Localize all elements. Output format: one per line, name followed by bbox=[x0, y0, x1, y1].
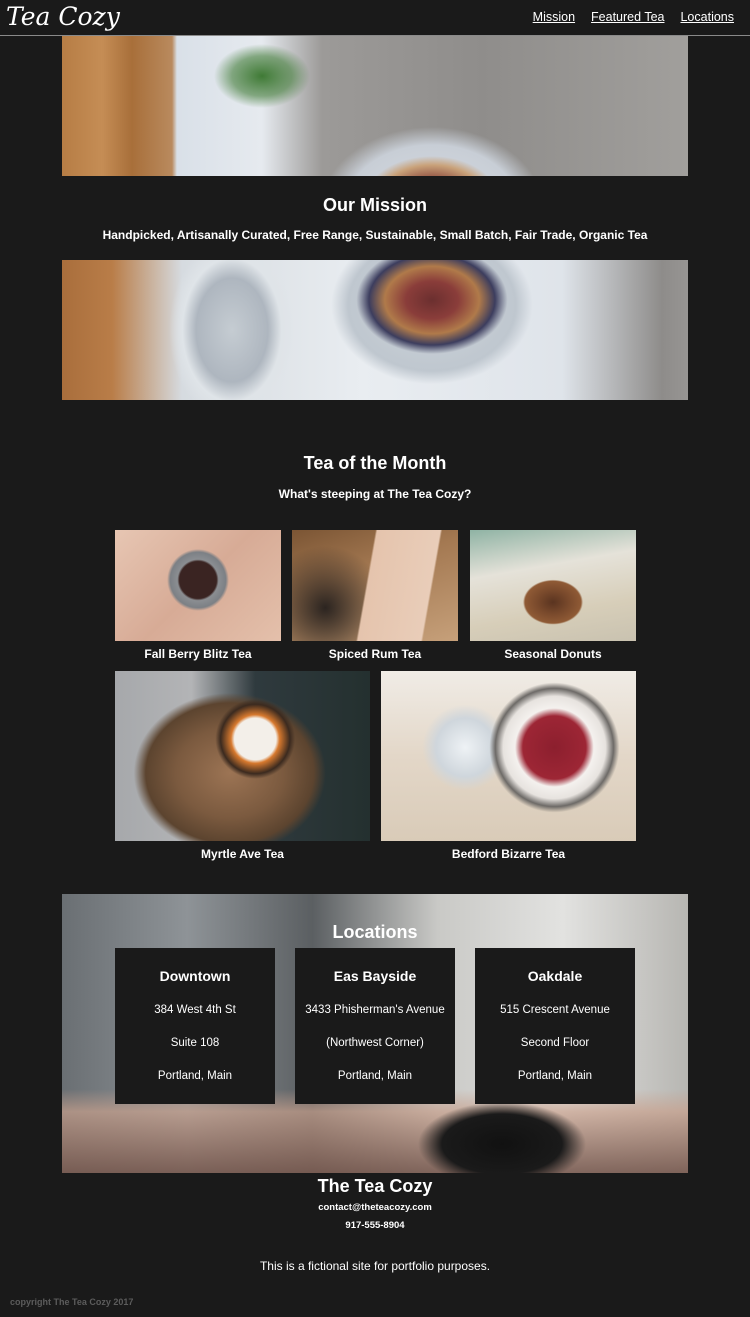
locations-section: Locations Downtown 384 West 4th St Suite… bbox=[62, 894, 688, 1173]
featured-title: Tea of the Month bbox=[303, 453, 447, 473]
location-name: Downtown bbox=[159, 968, 231, 984]
site-logo[interactable]: Tea Cozy bbox=[6, 2, 120, 31]
tea-image-spiced-rum[interactable] bbox=[292, 530, 458, 641]
tea-image-seasonal-donuts[interactable] bbox=[470, 530, 636, 641]
tea-caption-bedford-bizarre: Bedford Bizarre Tea bbox=[451, 847, 566, 861]
nav-link-locations[interactable]: Locations bbox=[680, 10, 734, 24]
mission-tagline: Handpicked, Artisanally Curated, Free Ra… bbox=[102, 228, 648, 242]
location-address-line: Portland, Main bbox=[517, 1070, 593, 1082]
footer-phone[interactable]: 917-555-8904 bbox=[0, 1220, 750, 1231]
location-address-line: Portland, Main bbox=[337, 1070, 413, 1082]
location-address-line: (Northwest Corner) bbox=[326, 1037, 424, 1049]
tea-caption-spiced-rum: Spiced Rum Tea bbox=[328, 647, 422, 661]
location-name: Eas Bayside bbox=[333, 968, 417, 984]
footer-title: The Tea Cozy bbox=[317, 1176, 433, 1196]
mission-hero-image-top bbox=[62, 36, 688, 176]
mission-title: Our Mission bbox=[322, 195, 427, 215]
footer-email[interactable]: contact@theteacozy.com bbox=[0, 1202, 750, 1213]
copyright-text: copyright The Tea Cozy 2017 bbox=[10, 1297, 134, 1307]
footer-note: This is a fictional site for portfolio p… bbox=[259, 1259, 491, 1273]
location-address-line: 3433 Phisherman's Avenue bbox=[305, 1004, 445, 1016]
locations-title: Locations bbox=[332, 922, 418, 942]
tea-image-bedford-bizarre[interactable] bbox=[381, 671, 636, 841]
tea-caption-fall-berry-blitz: Fall Berry Blitz Tea bbox=[144, 647, 252, 661]
nav-link-featured-tea[interactable]: Featured Tea bbox=[591, 10, 664, 24]
location-name: Oakdale bbox=[527, 968, 583, 984]
tea-image-myrtle-ave[interactable] bbox=[115, 671, 370, 841]
location-address-line: 384 West 4th St bbox=[154, 1004, 236, 1016]
location-card-downtown: Downtown 384 West 4th St Suite 108 Portl… bbox=[115, 948, 275, 1104]
location-address-line: Second Floor bbox=[520, 1037, 590, 1049]
main-nav: Mission Featured Tea Locations bbox=[533, 10, 734, 24]
nav-link-mission[interactable]: Mission bbox=[533, 10, 575, 24]
location-card-oakdale: Oakdale 515 Crescent Avenue Second Floor… bbox=[475, 948, 635, 1104]
location-address-line: Suite 108 bbox=[170, 1037, 220, 1049]
featured-subtitle: What's steeping at The Tea Cozy? bbox=[278, 487, 472, 501]
location-address-line: 515 Crescent Avenue bbox=[500, 1004, 610, 1016]
site-header: Tea Cozy Mission Featured Tea Locations bbox=[0, 0, 750, 36]
location-card-eas-bayside: Eas Bayside 3433 Phisherman's Avenue (No… bbox=[295, 948, 455, 1104]
mission-hero-image-bottom bbox=[62, 260, 688, 400]
tea-caption-seasonal-donuts: Seasonal Donuts bbox=[504, 647, 602, 661]
tea-caption-myrtle-ave: Myrtle Ave Tea bbox=[201, 847, 284, 861]
location-address-line: Portland, Main bbox=[157, 1070, 233, 1082]
tea-image-fall-berry-blitz[interactable] bbox=[115, 530, 281, 641]
